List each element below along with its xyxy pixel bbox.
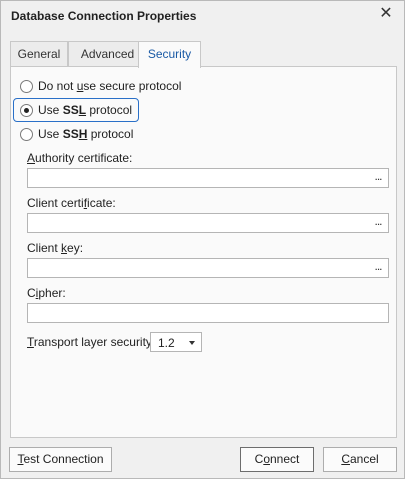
radio-label: Do not use secure protocol [38, 79, 182, 93]
radio-button-checked[interactable] [20, 103, 33, 117]
client-key-label: Client key: [27, 241, 84, 255]
connect-button[interactable]: Connect [240, 447, 314, 472]
authority-certificate-input[interactable]: ... [27, 168, 389, 188]
cipher-label: Cipher: [27, 286, 66, 300]
tls-version-value: 1.2 [158, 336, 175, 350]
client-certificate-label: Client certificate: [27, 196, 116, 210]
client-key-input[interactable]: ... [27, 258, 389, 278]
chevron-down-icon [189, 341, 195, 345]
radio-button[interactable] [20, 79, 33, 93]
radio-button[interactable] [20, 127, 33, 141]
dialog-title: Database Connection Properties [11, 9, 197, 23]
tls-version-select[interactable]: 1.2 [150, 332, 202, 352]
radio-use-ssh[interactable]: Use SSH protocol [20, 125, 133, 143]
database-connection-dialog: Database Connection Properties ✕ General… [0, 0, 405, 479]
radio-use-ssl[interactable]: Use SSL protocol [20, 101, 132, 119]
radio-label: Use SSH protocol [38, 127, 134, 141]
cancel-button[interactable]: Cancel [323, 447, 397, 472]
browse-button[interactable]: ... [370, 170, 386, 186]
authority-certificate-label: Authority certificate: [27, 151, 133, 165]
close-icon[interactable]: ✕ [378, 5, 394, 23]
radio-no-secure-protocol[interactable]: Do not use secure protocol [20, 77, 181, 95]
cipher-input[interactable] [27, 303, 389, 323]
test-connection-button[interactable]: Test Connection [9, 447, 112, 472]
browse-button[interactable]: ... [370, 260, 386, 276]
client-certificate-input[interactable]: ... [27, 213, 389, 233]
tab-general[interactable]: General [10, 41, 68, 67]
browse-button[interactable]: ... [370, 215, 386, 231]
tab-security[interactable]: Security [138, 41, 201, 68]
radio-label: Use SSL protocol [38, 103, 133, 117]
security-panel: Do not use secure protocol Use SSL proto… [10, 66, 397, 438]
tab-advanced[interactable]: Advanced [68, 41, 147, 67]
transport-layer-security-label: Transport layer security: [27, 335, 156, 349]
